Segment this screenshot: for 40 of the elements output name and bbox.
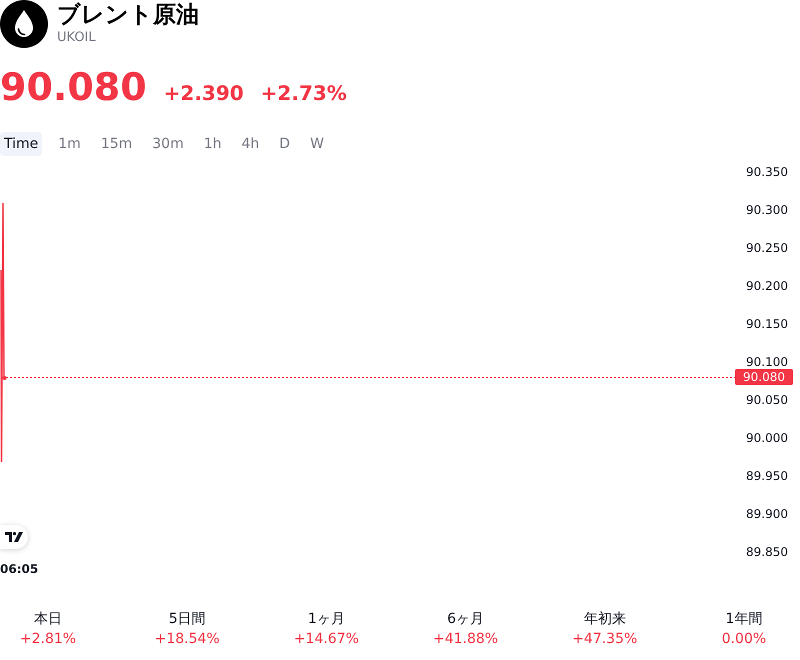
interval-tab[interactable]: 15m	[96, 132, 136, 156]
axis-tick-label: 90.000	[746, 431, 788, 445]
time-label: 06:05	[0, 561, 38, 578]
axis-tick-label: 90.150	[746, 317, 788, 331]
last-price-marker-icon	[2, 376, 6, 380]
period-change: +2.81%	[20, 630, 76, 649]
axis-tick-label: 90.050	[746, 393, 788, 407]
period-change: +18.54%	[154, 630, 220, 649]
period-change: +14.67%	[294, 630, 359, 649]
period-change: +47.35%	[572, 630, 638, 649]
period-change: 0.00%	[722, 630, 766, 649]
instrument-title: ブレント原油	[57, 1, 199, 30]
price-change-percent: +2.73%	[260, 83, 347, 103]
axis-tick-label: 90.250	[746, 241, 788, 255]
period-label: 年初来	[584, 610, 626, 629]
axis-tick-label: 90.200	[746, 279, 788, 293]
axis-tick-label: 90.350	[746, 165, 788, 179]
period-label: 1年間	[725, 610, 762, 629]
last-price-label: 90.080	[735, 369, 793, 385]
axis-tick-label: 89.900	[746, 507, 788, 521]
period-label: 本日	[34, 610, 62, 629]
axis-tick-label: 90.100	[746, 355, 788, 369]
period-label: 6ヶ月	[447, 610, 484, 629]
period-change: +41.88%	[433, 630, 498, 649]
price-change: +2.390	[164, 83, 244, 103]
instrument-symbol: UKOIL	[57, 30, 97, 46]
interval-tab[interactable]: 30m	[148, 132, 188, 156]
chart-logo-icon[interactable]	[0, 525, 28, 549]
interval-tab[interactable]: 1h	[200, 132, 226, 156]
last-price: 90.080	[0, 68, 147, 106]
interval-tab[interactable]: W	[306, 132, 328, 156]
axis-tick-label: 89.850	[746, 545, 788, 559]
interval-tab[interactable]: Time	[0, 132, 42, 156]
interval-tab[interactable]: 1m	[54, 132, 85, 156]
axis-tick-label: 90.300	[746, 203, 788, 217]
axis-tick-label: 89.950	[746, 469, 788, 483]
period-label: 5日間	[168, 610, 206, 629]
interval-tab[interactable]: 4h	[238, 132, 264, 156]
interval-tab[interactable]: D	[275, 132, 294, 156]
period-label: 1ヶ月	[308, 610, 345, 629]
